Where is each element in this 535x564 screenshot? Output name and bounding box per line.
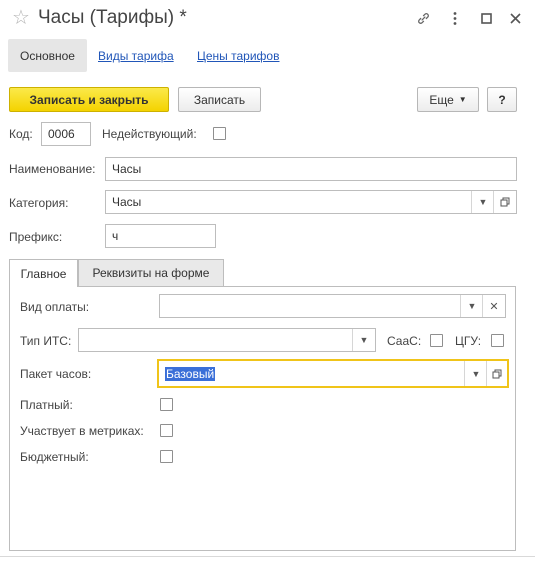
cgu-checkbox[interactable] (491, 334, 504, 347)
code-input[interactable]: 0006 (41, 122, 91, 146)
link-icon[interactable] (414, 9, 432, 27)
more-button-label: Еще (429, 92, 454, 107)
tab-requisites[interactable]: Реквизиты на форме (78, 259, 224, 286)
package-select[interactable]: Базовый ▼ (157, 359, 509, 388)
favorite-star-icon[interactable]: ☆ (12, 6, 30, 30)
metrics-checkbox[interactable] (160, 424, 173, 437)
save-button[interactable]: Записать (178, 87, 261, 112)
category-select[interactable]: Часы ▼ (105, 190, 517, 214)
nav-link-tariff-prices[interactable]: Цены тарифов (197, 49, 279, 63)
dropdown-arrow-icon[interactable]: ▼ (461, 295, 483, 317)
inactive-checkbox[interactable] (213, 127, 226, 140)
name-input[interactable]: Часы (105, 157, 517, 181)
its-type-label: Тип ИТС: (20, 334, 72, 348)
package-label: Пакет часов: (20, 367, 92, 381)
code-label: Код: (9, 127, 33, 141)
window-title: Часы (Тарифы) * (38, 7, 187, 28)
maximize-icon[interactable] (477, 9, 495, 27)
prefix-input[interactable]: ч (105, 224, 216, 248)
paid-label: Платный: (20, 398, 73, 412)
more-button[interactable]: Еще ▼ (417, 87, 479, 112)
dropdown-arrow-icon[interactable]: ▼ (465, 361, 487, 386)
name-label: Наименование: (9, 162, 96, 176)
payment-type-select[interactable]: ▼ ✕ (159, 294, 506, 318)
metrics-label: Участвует в метриках: (20, 424, 144, 438)
prefix-label: Префикс: (9, 230, 63, 244)
divider (0, 556, 535, 557)
help-button[interactable]: ? (487, 87, 517, 112)
nav-link-tariff-types[interactable]: Виды тарифа (98, 49, 174, 63)
tab-panel-main (9, 286, 516, 551)
open-form-icon[interactable] (487, 361, 507, 386)
nav-tab-main[interactable]: Основное (8, 39, 87, 72)
inactive-label: Недействующий: (102, 127, 197, 141)
dropdown-arrow-icon[interactable]: ▼ (353, 329, 375, 351)
category-value: Часы (112, 195, 142, 209)
cgu-label: ЦГУ: (455, 334, 482, 348)
open-form-icon[interactable] (494, 191, 516, 213)
chevron-down-icon: ▼ (458, 95, 467, 104)
save-and-close-button[interactable]: Записать и закрыть (9, 87, 169, 112)
tab-main[interactable]: Главное (9, 259, 78, 287)
close-icon[interactable] (506, 9, 524, 27)
clear-icon[interactable]: ✕ (483, 295, 505, 317)
category-label: Категория: (9, 196, 69, 210)
paid-checkbox[interactable] (160, 398, 173, 411)
budget-checkbox[interactable] (160, 450, 173, 463)
saas-checkbox[interactable] (430, 334, 443, 347)
saas-label: СааС: (387, 334, 422, 348)
budget-label: Бюджетный: (20, 450, 89, 464)
payment-type-label: Вид оплаты: (20, 300, 90, 314)
dropdown-arrow-icon[interactable]: ▼ (472, 191, 494, 213)
package-value: Базовый (165, 366, 216, 381)
its-type-select[interactable]: ▼ (78, 328, 376, 352)
more-vert-icon[interactable] (446, 9, 464, 27)
